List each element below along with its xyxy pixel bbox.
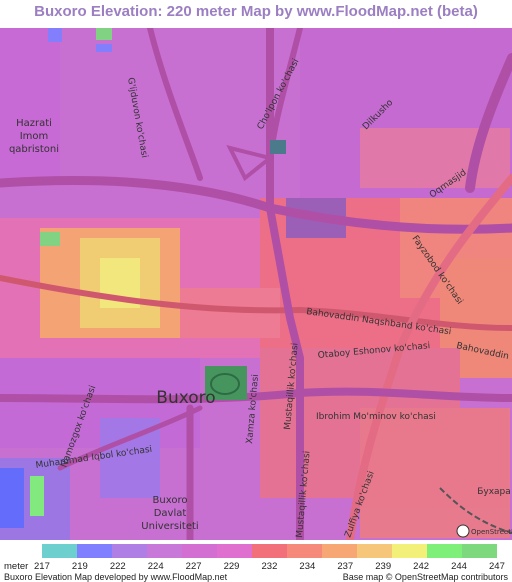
street-label-ibrohim: Ibrohim Mo'minov ko'chasi [316,412,436,422]
legend-color-bar [42,544,497,558]
railway-station-label: Бухара [477,487,511,497]
legend-tick-label: 229 [223,561,240,572]
credit-osm[interactable]: Base map © OpenStreetMap contributors [343,572,508,582]
legend-tick-label: 227 [185,561,202,572]
legend-tick-label: 247 [489,561,505,572]
legend-swatch [462,544,497,558]
legend-swatch [252,544,287,558]
legend-tick-label: 244 [451,561,467,572]
legend-swatch [147,544,182,558]
page-title: Buxoro Elevation: 220 meter Map by www.F… [34,3,478,20]
legend-tick-label: 224 [147,561,164,572]
header: Buxoro Elevation: 220 meter Map by www.F… [0,0,512,28]
legend-unit: meter [4,561,29,572]
elevation-map[interactable]: G'ijduvon ko'chasi Cho'lpon ko'chasi Dil… [0,28,512,540]
legend-tick-label: 232 [261,561,278,572]
building-block [270,140,286,154]
legend-swatch [392,544,427,558]
legend-tick-label: 234 [299,561,316,572]
legend-tick-label: 239 [375,561,392,572]
legend-swatch [322,544,357,558]
place-label-hazrati-1: Hazrati [16,118,52,129]
place-label-hazrati-2: Imom [20,131,49,142]
osm-badge-text: OpenStreetMap [471,528,512,536]
legend-tick-label: 219 [71,561,88,572]
place-label-hazrati-3: qabristoni [9,144,59,155]
credit-floodmap[interactable]: Buxoro Elevation Map developed by www.Fl… [4,572,227,582]
legend-swatch [287,544,322,558]
legend-tick-label: 237 [337,561,354,572]
legend-tick-label: 217 [34,561,50,572]
osm-logo-icon [456,524,470,538]
legend-swatch [357,544,392,558]
elevation-legend: meter 217 219 222 224 227 229 232 234 237 239 242 2… [0,540,512,582]
legend-swatch [42,544,77,558]
legend-tick-label: 222 [109,561,126,572]
map-canvas[interactable]: G'ijduvon ko'chasi Cho'lpon ko'chasi Dil… [0,28,512,540]
place-label-university-1: Buxoro [153,495,188,506]
legend-swatch [112,544,147,558]
legend-swatch [427,544,462,558]
legend-swatch [77,544,112,558]
legend-swatch [217,544,252,558]
legend-tick-label: 242 [413,561,430,572]
place-label-university-2: Davlat [154,508,187,519]
legend-swatch [182,544,217,558]
place-label-university-3: Universiteti [141,521,198,532]
city-label: Buxoro [156,388,215,408]
